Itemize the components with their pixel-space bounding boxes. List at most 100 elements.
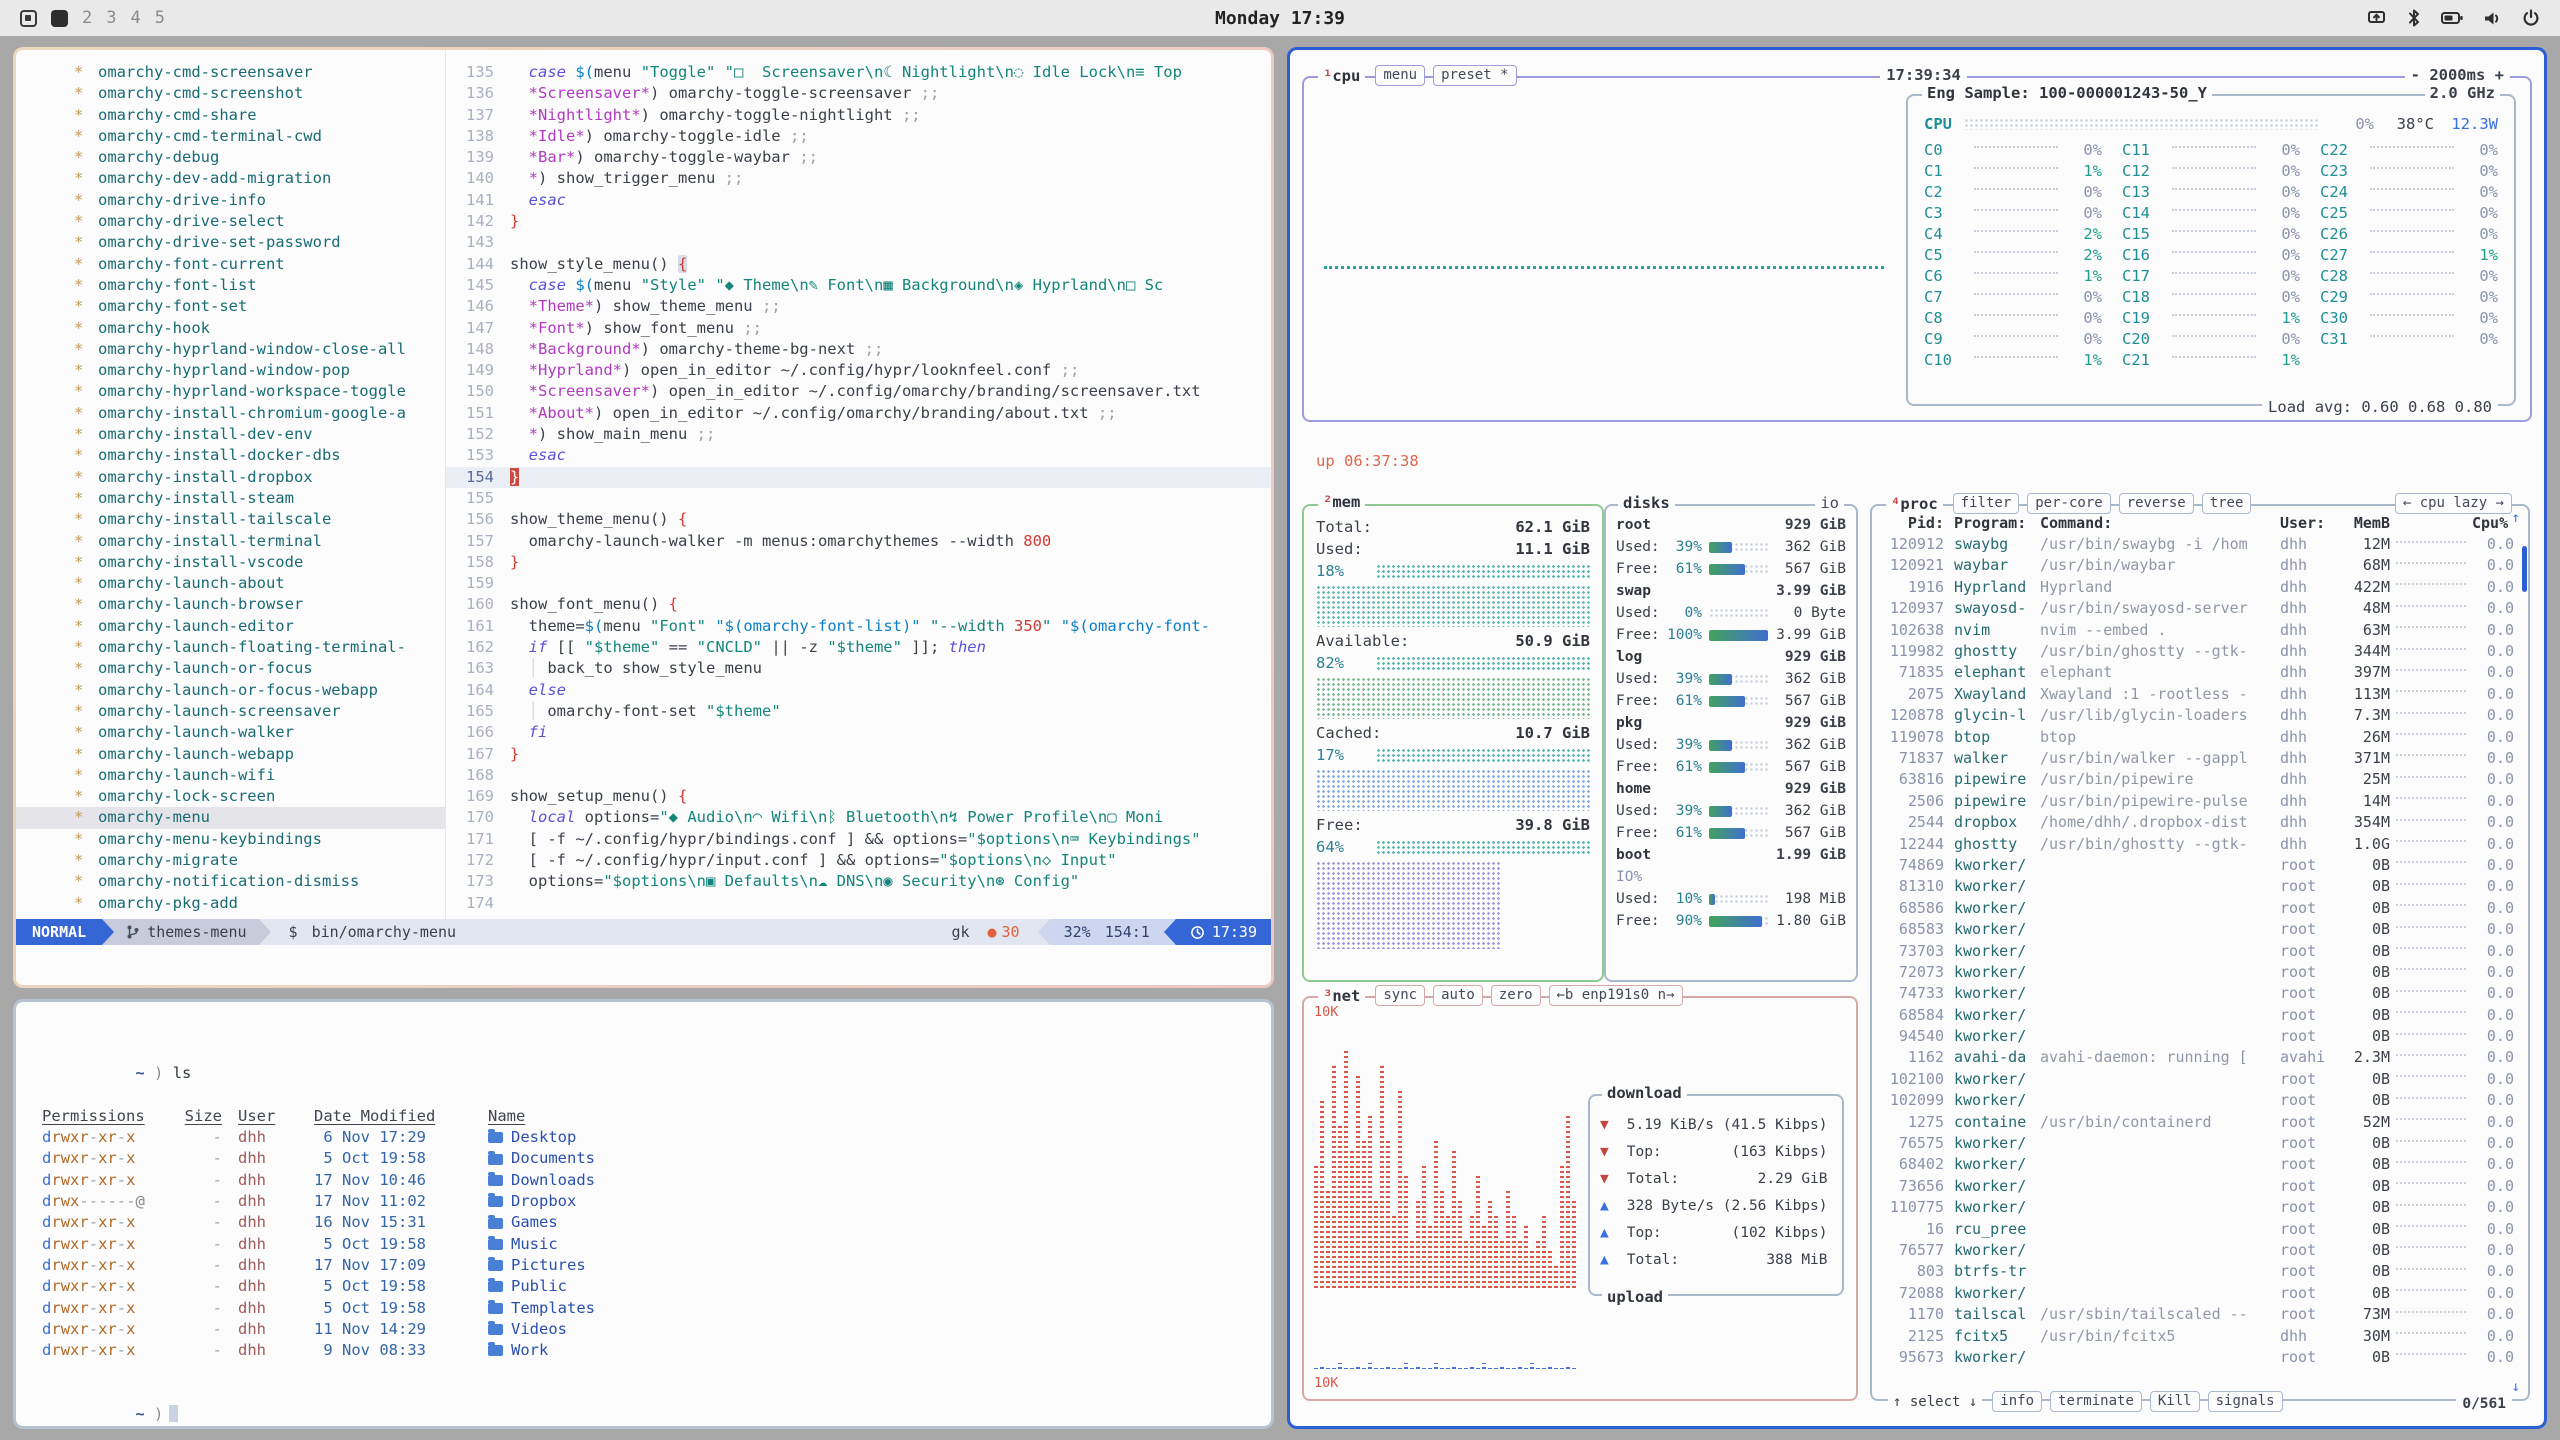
- update-interval[interactable]: - 2000ms +: [2405, 66, 2510, 84]
- process-row[interactable]: 119078btopbtopdhh26M0.0: [1880, 726, 2514, 747]
- file-item[interactable]: *omarchy-install-terminal: [16, 531, 445, 552]
- file-item[interactable]: *omarchy-font-current: [16, 254, 445, 275]
- power-icon[interactable]: [2522, 9, 2540, 27]
- process-row[interactable]: 120878glycin-l/usr/lib/glycin-loadersdhh…: [1880, 705, 2514, 726]
- cpu-button-menu[interactable]: menu: [1375, 65, 1425, 86]
- file-item[interactable]: *omarchy-cmd-screensaver: [16, 62, 445, 83]
- file-item[interactable]: *omarchy-drive-select: [16, 211, 445, 232]
- file-item[interactable]: *omarchy-install-chromium-google-a: [16, 403, 445, 424]
- process-row[interactable]: 1275containe/usr/bin/containerdroot52M0.…: [1880, 1111, 2514, 1132]
- file-item[interactable]: *omarchy-install-dropbox: [16, 467, 445, 488]
- process-row[interactable]: 119982ghostty/usr/bin/ghostty --gtk-dhh3…: [1880, 640, 2514, 661]
- proc-button-per-core[interactable]: per-core: [2027, 493, 2110, 514]
- file-item[interactable]: *omarchy-menu: [16, 807, 445, 828]
- process-row[interactable]: 95673kworker/root0B0.0: [1880, 1346, 2514, 1367]
- file-item[interactable]: *omarchy-hyprland-window-pop: [16, 360, 445, 381]
- net-button-sync[interactable]: sync: [1375, 985, 1425, 1006]
- proc-action-signals[interactable]: signals: [2208, 1391, 2283, 1412]
- proc-button-tree[interactable]: tree: [2202, 493, 2252, 514]
- net-button-zero[interactable]: zero: [1491, 985, 1541, 1006]
- process-row[interactable]: 68583kworker/root0B0.0: [1880, 918, 2514, 939]
- file-item[interactable]: *omarchy-lock-screen: [16, 786, 445, 807]
- process-row[interactable]: 74869kworker/root0B0.0: [1880, 854, 2514, 875]
- process-row[interactable]: 120912swaybg/usr/bin/swaybg -i /homdhh12…: [1880, 533, 2514, 554]
- process-row[interactable]: 120921waybar/usr/bin/waybardhh68M0.0: [1880, 555, 2514, 576]
- process-row[interactable]: 68584kworker/root0B0.0: [1880, 1004, 2514, 1025]
- file-item[interactable]: *omarchy-cmd-terminal-cwd: [16, 126, 445, 147]
- scrollbar[interactable]: [2522, 546, 2527, 592]
- cpu-box-title[interactable]: ¹cpu: [1318, 67, 1365, 85]
- process-row[interactable]: 72088kworker/root0B0.0: [1880, 1282, 2514, 1303]
- process-row[interactable]: 72073kworker/root0B0.0: [1880, 961, 2514, 982]
- net-button-b-enp191s0-n[interactable]: ←b enp191s0 n→: [1549, 985, 1683, 1006]
- file-item[interactable]: *omarchy-launch-browser: [16, 594, 445, 615]
- process-row[interactable]: 2075XwaylandXwayland :1 -rootless -dhh11…: [1880, 683, 2514, 704]
- proc-box-title[interactable]: ⁴proc: [1886, 495, 1943, 513]
- process-row[interactable]: 2544dropbox/home/dhh/.dropbox-distdhh354…: [1880, 811, 2514, 832]
- battery-icon[interactable]: [2441, 11, 2463, 25]
- file-item[interactable]: *omarchy-hook: [16, 318, 445, 339]
- file-item[interactable]: *omarchy-menu-keybindings: [16, 829, 445, 850]
- file-item[interactable]: *omarchy-hyprland-workspace-toggle: [16, 381, 445, 402]
- net-button-auto[interactable]: auto: [1433, 985, 1483, 1006]
- io-toggle[interactable]: io: [1815, 494, 1844, 512]
- file-item[interactable]: *omarchy-pkg-add: [16, 893, 445, 914]
- volume-icon[interactable]: [2483, 10, 2502, 27]
- process-row[interactable]: 63816pipewire/usr/bin/pipewiredhh25M0.0: [1880, 769, 2514, 790]
- file-item[interactable]: *omarchy-install-steam: [16, 488, 445, 509]
- scroll-up-icon[interactable]: ↑: [2512, 510, 2520, 526]
- file-item[interactable]: *omarchy-drive-info: [16, 190, 445, 211]
- active-window-icon[interactable]: [20, 10, 37, 27]
- cpu-button-preset[interactable]: preset *: [1433, 65, 1516, 86]
- process-row[interactable]: 73656kworker/root0B0.0: [1880, 1175, 2514, 1196]
- process-row[interactable]: 74733kworker/root0B0.0: [1880, 983, 2514, 1004]
- process-row[interactable]: 73703kworker/root0B0.0: [1880, 940, 2514, 961]
- process-row[interactable]: 76575kworker/root0B0.0: [1880, 1132, 2514, 1153]
- proc-view-selector[interactable]: ← cpu lazy →: [2395, 493, 2512, 514]
- proc-button-reverse[interactable]: reverse: [2119, 493, 2194, 514]
- process-row[interactable]: 803btrfs-trroot0B0.0: [1880, 1261, 2514, 1282]
- process-row[interactable]: 68402kworker/root0B0.0: [1880, 1154, 2514, 1175]
- workspace-3[interactable]: 3: [106, 8, 116, 28]
- process-row[interactable]: 71835elephantelephantdhh397M0.0: [1880, 662, 2514, 683]
- file-item[interactable]: *omarchy-font-set: [16, 296, 445, 317]
- process-row[interactable]: 2125fcitx5/usr/bin/fcitx5dhh30M0.0: [1880, 1325, 2514, 1346]
- file-item[interactable]: *omarchy-launch-walker: [16, 722, 445, 743]
- process-row[interactable]: 102100kworker/root0B0.0: [1880, 1068, 2514, 1089]
- file-item[interactable]: *omarchy-launch-wifi: [16, 765, 445, 786]
- file-item[interactable]: *omarchy-dev-add-migration: [16, 168, 445, 189]
- file-item[interactable]: *omarchy-install-docker-dbs: [16, 445, 445, 466]
- mem-box-title[interactable]: ²mem: [1318, 493, 1365, 511]
- file-item[interactable]: *omarchy-hyprland-window-close-all: [16, 339, 445, 360]
- screen-share-icon[interactable]: [2367, 9, 2387, 27]
- process-row[interactable]: 2506pipewire/usr/bin/pipewire-pulsedhh14…: [1880, 790, 2514, 811]
- process-row[interactable]: 76577kworker/root0B0.0: [1880, 1239, 2514, 1260]
- proc-button-filter[interactable]: filter: [1953, 493, 2020, 514]
- process-row[interactable]: 12244ghostty/usr/bin/ghostty --gtk-dhh1.…: [1880, 833, 2514, 854]
- git-branch[interactable]: themes-menu: [114, 919, 258, 945]
- process-row[interactable]: 16rcu_preeroot0B0.0: [1880, 1218, 2514, 1239]
- net-box-title[interactable]: ³net: [1318, 987, 1365, 1005]
- file-item[interactable]: *omarchy-migrate: [16, 850, 445, 871]
- workspace-4[interactable]: 4: [131, 8, 141, 28]
- process-row[interactable]: 1916HyprlandHyprlanddhh422M0.0: [1880, 576, 2514, 597]
- file-list[interactable]: *omarchy-cmd-screensaver*omarchy-cmd-scr…: [16, 50, 446, 919]
- process-row[interactable]: 71837walker/usr/bin/walker --gappldhh371…: [1880, 747, 2514, 768]
- workspace-5[interactable]: 5: [155, 8, 165, 28]
- file-item[interactable]: *omarchy-debug: [16, 147, 445, 168]
- proc-action-info[interactable]: info: [1992, 1391, 2042, 1412]
- terminal[interactable]: ~ ) ls PermissionsSizeUserDate ModifiedN…: [16, 1002, 1271, 1426]
- file-item[interactable]: *omarchy-notification-dismiss: [16, 871, 445, 892]
- file-item[interactable]: *omarchy-install-tailscale: [16, 509, 445, 530]
- process-row[interactable]: 102638nvimnvim --embed .dhh63M0.0: [1880, 619, 2514, 640]
- bluetooth-icon[interactable]: [2407, 8, 2421, 28]
- process-row[interactable]: 94540kworker/root0B0.0: [1880, 1025, 2514, 1046]
- disks-box-title[interactable]: disks: [1618, 494, 1675, 512]
- scroll-down-icon[interactable]: ↓: [2512, 1379, 2520, 1395]
- workspace-1-active[interactable]: [51, 10, 68, 27]
- file-item[interactable]: *omarchy-launch-or-focus-webapp: [16, 680, 445, 701]
- file-item[interactable]: *omarchy-cmd-screenshot: [16, 83, 445, 104]
- file-item[interactable]: *omarchy-launch-editor: [16, 616, 445, 637]
- proc-action-kill[interactable]: Kill: [2150, 1391, 2200, 1412]
- file-item[interactable]: *omarchy-cmd-share: [16, 105, 445, 126]
